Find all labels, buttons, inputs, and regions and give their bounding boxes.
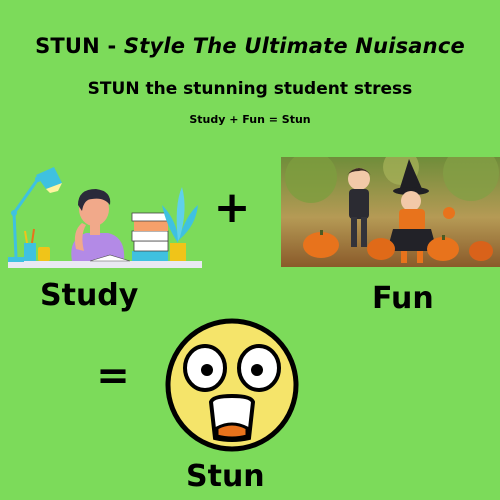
formula-caption: Study + Fun = Stun (189, 113, 311, 126)
study-label: Study (40, 278, 139, 313)
title-prefix: STUN - (35, 34, 124, 58)
plus-symbol: + (213, 182, 251, 233)
page-title: STUN - Style The Ultimate Nuisance (0, 34, 500, 58)
equals-symbol: = (96, 353, 130, 399)
person-studying-at-desk-icon (8, 167, 202, 268)
title-expansion: Style The Ultimate Nuisance (123, 34, 465, 58)
stun-label: Stun (186, 459, 265, 494)
shocked-face-emoji-icon (165, 318, 299, 452)
fun-label: Fun (372, 281, 434, 316)
children-halloween-pumpkins-photo (281, 157, 500, 267)
subtitle: STUN the stunning student stress (87, 79, 413, 99)
